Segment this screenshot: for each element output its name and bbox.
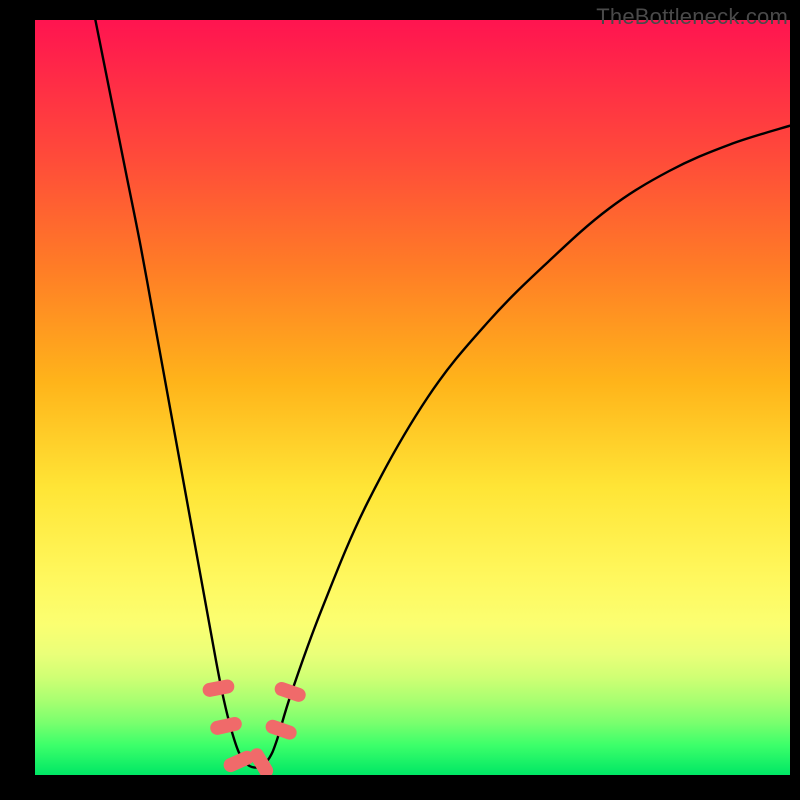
threshold-marker bbox=[209, 716, 243, 737]
threshold-marker bbox=[201, 678, 235, 698]
threshold-marker bbox=[264, 718, 299, 742]
plot-area bbox=[35, 20, 790, 775]
watermark-text: TheBottleneck.com bbox=[596, 4, 788, 30]
chart-frame: TheBottleneck.com bbox=[0, 0, 800, 800]
threshold-markers bbox=[35, 20, 790, 775]
threshold-marker bbox=[273, 680, 308, 704]
